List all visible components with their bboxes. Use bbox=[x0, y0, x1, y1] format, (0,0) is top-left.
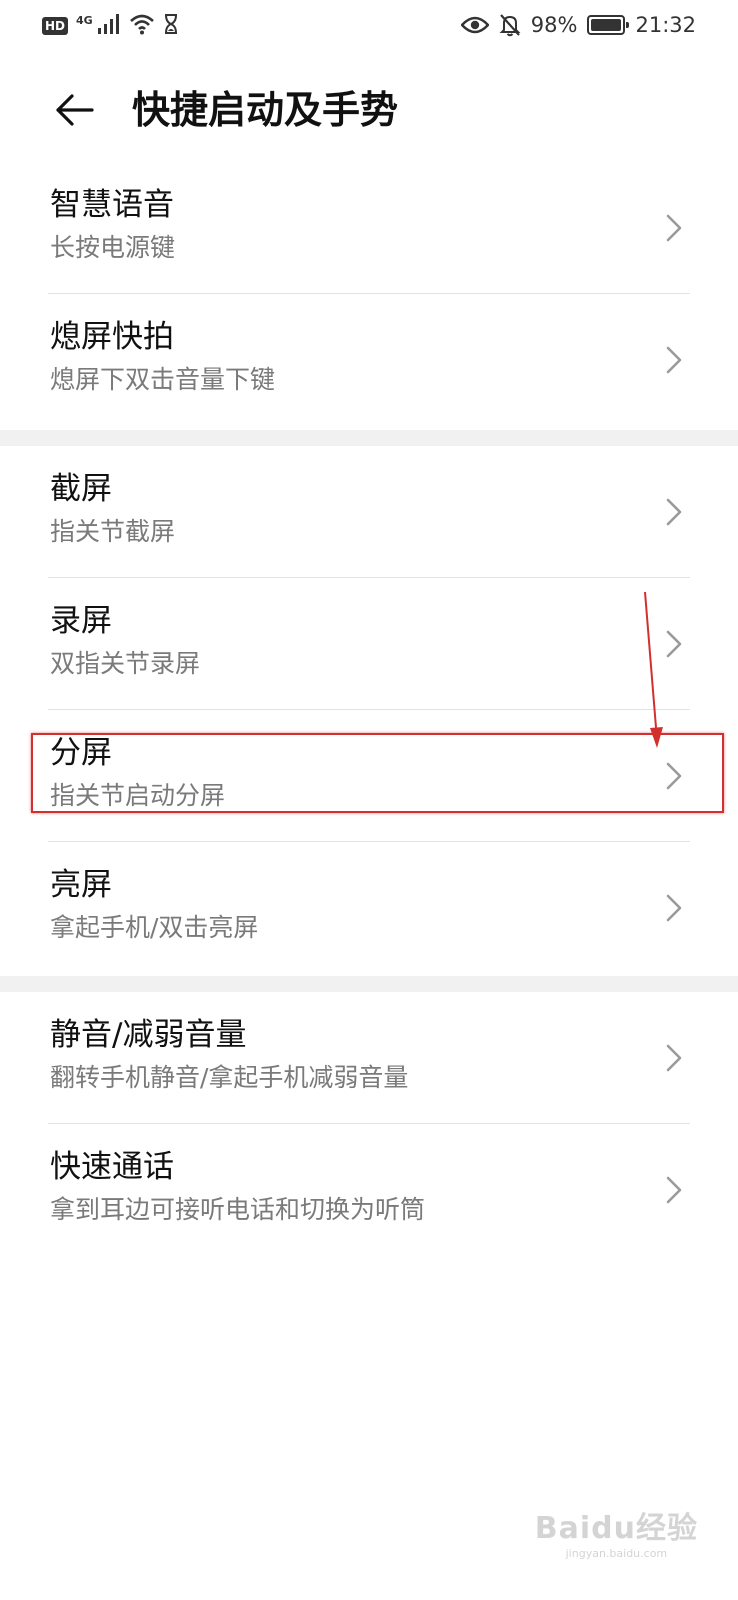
back-button[interactable] bbox=[44, 80, 104, 140]
setting-subtitle: 指关节截屏 bbox=[50, 517, 176, 546]
setting-title: 熄屏快拍 bbox=[50, 319, 174, 355]
setting-subtitle: 拿起手机/双击亮屏 bbox=[50, 913, 259, 942]
settings-group-3: 静音/减弱音量 翻转手机静音/拿起手机减弱音量 快速通话 拿到耳边可接听电话和切… bbox=[0, 992, 738, 1256]
settings-group-2: 截屏 指关节截屏 录屏 双指关节录屏 分屏 指关节启动分屏 亮屏 拿起手机/双击… bbox=[0, 446, 738, 974]
page-header: 快捷启动及手势 bbox=[0, 68, 738, 152]
setting-subtitle: 指关节启动分屏 bbox=[50, 781, 226, 810]
hourglass-icon bbox=[163, 13, 179, 39]
status-bar: HD 4G 98% 21:32 bbox=[0, 0, 738, 52]
back-arrow-icon bbox=[56, 94, 94, 126]
group-separator bbox=[0, 430, 738, 446]
chevron-right-icon bbox=[666, 1044, 682, 1072]
status-bar-left: HD 4G bbox=[42, 12, 179, 40]
network-type-label: 4G bbox=[76, 13, 93, 27]
chevron-right-icon bbox=[666, 498, 682, 526]
chevron-right-icon bbox=[666, 346, 682, 374]
setting-title: 录屏 bbox=[50, 603, 112, 639]
setting-subtitle: 双指关节录屏 bbox=[50, 649, 201, 678]
setting-subtitle: 熄屏下双击音量下键 bbox=[50, 365, 276, 394]
setting-title: 静音/减弱音量 bbox=[50, 1017, 247, 1053]
chevron-right-icon bbox=[666, 630, 682, 658]
group-separator bbox=[0, 976, 738, 992]
settings-group-1: 智慧语音 长按电源键 熄屏快拍 熄屏下双击音量下键 bbox=[0, 162, 738, 426]
setting-row-screenshot[interactable]: 截屏 指关节截屏 bbox=[0, 446, 738, 578]
bell-off-icon bbox=[499, 13, 521, 37]
eye-icon bbox=[460, 15, 489, 35]
chevron-right-icon bbox=[666, 1176, 682, 1204]
setting-title: 智慧语音 bbox=[50, 187, 174, 223]
setting-row-screen-record[interactable]: 录屏 双指关节录屏 bbox=[0, 578, 738, 710]
setting-title: 亮屏 bbox=[50, 867, 112, 903]
watermark-brand: Baidu经验 bbox=[534, 1511, 698, 1546]
signal-icon bbox=[97, 13, 121, 39]
hd-badge: HD bbox=[42, 17, 69, 35]
page-title: 快捷启动及手势 bbox=[132, 88, 399, 132]
setting-row-quick-call[interactable]: 快速通话 拿到耳边可接听电话和切换为听筒 bbox=[0, 1124, 738, 1256]
battery-icon bbox=[587, 15, 630, 35]
chevron-right-icon bbox=[666, 762, 682, 790]
setting-subtitle: 翻转手机静音/拿起手机减弱音量 bbox=[50, 1063, 409, 1092]
chevron-right-icon bbox=[666, 214, 682, 242]
setting-title: 快速通话 bbox=[50, 1149, 174, 1185]
setting-row-wake-screen[interactable]: 亮屏 拿起手机/双击亮屏 bbox=[0, 842, 738, 974]
chevron-right-icon bbox=[666, 894, 682, 922]
battery-percent: 98% bbox=[530, 13, 578, 37]
wifi-icon bbox=[129, 13, 155, 39]
battery-level-fill bbox=[591, 19, 621, 31]
setting-row-screen-off-snapshot[interactable]: 熄屏快拍 熄屏下双击音量下键 bbox=[0, 294, 738, 426]
setting-subtitle: 拿到耳边可接听电话和切换为听筒 bbox=[50, 1195, 426, 1224]
watermark-site: jingyan.baidu.com bbox=[565, 1547, 668, 1560]
setting-title: 分屏 bbox=[50, 735, 112, 771]
status-time: 21:32 bbox=[635, 13, 696, 37]
setting-row-smart-voice[interactable]: 智慧语音 长按电源键 bbox=[0, 162, 738, 294]
baidu-watermark-logo: Baidu经验 jingyan.baidu.com bbox=[535, 1503, 698, 1560]
setting-title: 截屏 bbox=[50, 471, 112, 507]
setting-row-split-screen[interactable]: 分屏 指关节启动分屏 bbox=[0, 710, 738, 842]
setting-row-mute-reduce-volume[interactable]: 静音/减弱音量 翻转手机静音/拿起手机减弱音量 bbox=[0, 992, 738, 1124]
status-bar-right: 98% 21:32 bbox=[460, 10, 696, 40]
setting-subtitle: 长按电源键 bbox=[50, 233, 176, 262]
